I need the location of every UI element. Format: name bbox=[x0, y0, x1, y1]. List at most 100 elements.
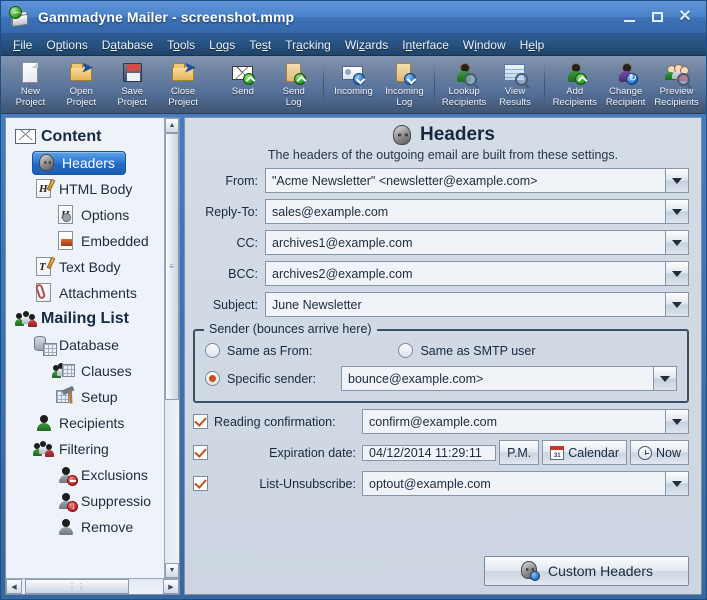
toolbar-button-open-project[interactable]: ➤ Open Project bbox=[56, 56, 107, 113]
field-dropdown-button-from[interactable] bbox=[665, 168, 689, 193]
menu-item-tracking[interactable]: Tracking bbox=[278, 36, 338, 54]
toolbar-button-add-recipients[interactable]: Add Recipients bbox=[549, 56, 600, 113]
menu-item-logs[interactable]: Logs bbox=[202, 36, 242, 54]
specific-sender-dropdown-button[interactable] bbox=[653, 366, 677, 391]
scroll-left-button[interactable]: ◀ bbox=[6, 579, 22, 594]
vertical-scroll-thumb[interactable]: ≡ bbox=[165, 133, 179, 400]
horizontal-scroll-track[interactable]: ⋮⋮ bbox=[22, 579, 163, 594]
sidebar-item-text-body[interactable]: T Text Body bbox=[6, 254, 165, 280]
reading-confirmation-dropdown-button[interactable] bbox=[665, 409, 689, 434]
calendar-button[interactable]: 31 Calendar bbox=[542, 440, 627, 465]
sidebar-vertical-scrollbar[interactable]: ▲ ≡ ▼ bbox=[164, 118, 179, 578]
menu-item-window[interactable]: Window bbox=[456, 36, 513, 54]
sidebar-item-attachments[interactable]: Attachments bbox=[6, 280, 165, 306]
maximize-button[interactable] bbox=[644, 6, 670, 28]
field-input-cc[interactable]: archives1@example.com bbox=[265, 230, 665, 255]
sidebar-item-recipients[interactable]: Recipients bbox=[6, 410, 165, 436]
field-input-reply-to[interactable]: sales@example.com bbox=[265, 199, 665, 224]
html-document-icon: H bbox=[32, 178, 56, 200]
field-dropdown-button-cc[interactable] bbox=[665, 230, 689, 255]
toolbar-button-lookup-recipients[interactable]: Lookup Recipients bbox=[439, 56, 490, 113]
reading-confirmation-combo[interactable]: confirm@example.com bbox=[362, 409, 689, 434]
field-combo-bcc[interactable]: archives2@example.com bbox=[265, 261, 689, 286]
toolbar-button-view-results[interactable]: View Results bbox=[490, 56, 541, 113]
sidebar-item-filtering[interactable]: Filtering bbox=[6, 436, 165, 462]
pm-toggle-button[interactable]: P.M. bbox=[499, 440, 540, 465]
custom-headers-button[interactable]: Custom Headers bbox=[484, 556, 689, 586]
sidebar-item-database[interactable]: Database bbox=[6, 332, 165, 358]
sidebar-item-remove[interactable]: Remove bbox=[6, 514, 165, 540]
expiration-date-checkbox[interactable] bbox=[193, 445, 208, 460]
list-unsubscribe-dropdown-button[interactable] bbox=[665, 471, 689, 496]
custom-headers-button-label: Custom Headers bbox=[547, 563, 654, 579]
toolbar-button-send-log[interactable]: Send Log bbox=[268, 56, 319, 113]
field-combo-from[interactable]: "Acme Newsletter" <newsletter@example.co… bbox=[265, 168, 689, 193]
expiration-date-input[interactable]: 04/12/2014 11:29:11 bbox=[362, 444, 497, 461]
reading-confirmation-checkbox[interactable] bbox=[193, 414, 208, 429]
toolbar-button-incoming[interactable]: Incoming bbox=[328, 56, 379, 113]
field-dropdown-button-subject[interactable] bbox=[665, 292, 689, 317]
field-dropdown-button-reply-to[interactable] bbox=[665, 199, 689, 224]
sidebar-item-options[interactable]: HOptions bbox=[6, 202, 165, 228]
sidebar-item-setup[interactable]: Setup bbox=[6, 384, 165, 410]
expiration-date-row: Expiration date: 04/12/2014 11:29:11 P.M… bbox=[193, 440, 689, 465]
scroll-down-button[interactable]: ▼ bbox=[165, 563, 179, 578]
menu-item-database[interactable]: Database bbox=[95, 36, 160, 54]
people-group-icon bbox=[14, 308, 38, 330]
reading-confirmation-row: Reading confirmation: confirm@example.co… bbox=[193, 409, 689, 434]
sidebar-item-label: HTML Body bbox=[59, 181, 133, 197]
sidebar-item-html-body[interactable]: H HTML Body bbox=[6, 176, 165, 202]
sidebar-item-clauses[interactable]: Clauses bbox=[6, 358, 165, 384]
field-combo-cc[interactable]: archives1@example.com bbox=[265, 230, 689, 255]
specific-sender-combo[interactable]: bounce@example.com> bbox=[341, 366, 677, 391]
sidebar-item-suppressio[interactable]: Suppressio bbox=[6, 488, 165, 514]
sidebar-item-headers[interactable]: Headers bbox=[6, 150, 165, 176]
scroll-up-button[interactable]: ▲ bbox=[165, 118, 179, 133]
sidebar-item-content[interactable]: Content bbox=[6, 124, 165, 150]
reading-confirmation-input[interactable]: confirm@example.com bbox=[362, 409, 665, 434]
sidebar-tree[interactable]: ContentHeadersHHTML BodyHOptionsEmbedded… bbox=[6, 118, 165, 578]
sidebar-horizontal-scrollbar[interactable]: ◀ ⋮⋮ ▶ bbox=[6, 578, 179, 594]
horizontal-scroll-thumb[interactable]: ⋮⋮ bbox=[24, 579, 130, 594]
sidebar-item-exclusions[interactable]: Exclusions bbox=[6, 462, 165, 488]
specific-sender-input[interactable]: bounce@example.com> bbox=[341, 366, 653, 391]
close-button[interactable]: ✕ bbox=[672, 6, 698, 28]
list-unsubscribe-input[interactable]: optout@example.com bbox=[362, 471, 665, 496]
toolbar-button-new-project[interactable]: New Project bbox=[5, 56, 56, 113]
field-dropdown-button-bcc[interactable] bbox=[665, 261, 689, 286]
send-log-scroll-icon bbox=[281, 60, 307, 86]
radio-specific-sender[interactable] bbox=[205, 371, 220, 386]
list-unsubscribe-checkbox[interactable] bbox=[193, 476, 208, 491]
toolbar-button-close-project[interactable]: ➤ Close Project bbox=[158, 56, 209, 113]
field-input-from[interactable]: "Acme Newsletter" <newsletter@example.co… bbox=[265, 168, 665, 193]
field-input-bcc[interactable]: archives2@example.com bbox=[265, 261, 665, 286]
radio-same-as-from[interactable] bbox=[205, 343, 220, 358]
menu-item-test[interactable]: Test bbox=[242, 36, 278, 54]
toolbar-button-incoming-log[interactable]: Incoming Log bbox=[379, 56, 430, 113]
sidebar-item-embedded[interactable]: Embedded bbox=[6, 228, 165, 254]
field-combo-reply-to[interactable]: sales@example.com bbox=[265, 199, 689, 224]
toolbar-button-save-project[interactable]: Save Project bbox=[107, 56, 158, 113]
field-row-reply-to: Reply-To: sales@example.com bbox=[193, 199, 689, 224]
menu-item-help[interactable]: Help bbox=[513, 36, 552, 54]
vertical-scroll-track[interactable]: ≡ bbox=[165, 133, 179, 563]
field-combo-subject[interactable]: June Newsletter bbox=[265, 292, 689, 317]
menu-item-file[interactable]: File bbox=[6, 36, 39, 54]
list-unsubscribe-combo[interactable]: optout@example.com bbox=[362, 471, 689, 496]
menu-item-wizards[interactable]: Wizards bbox=[338, 36, 395, 54]
field-input-subject[interactable]: June Newsletter bbox=[265, 292, 665, 317]
sidebar-item-mailing-list[interactable]: Mailing List bbox=[6, 306, 165, 332]
window-controls: ✕ bbox=[616, 6, 702, 28]
minimize-button[interactable] bbox=[616, 6, 642, 28]
menu-item-tools[interactable]: Tools bbox=[160, 36, 202, 54]
scroll-right-button[interactable]: ▶ bbox=[163, 579, 179, 594]
now-button-label: Now bbox=[655, 445, 681, 460]
menu-item-interface[interactable]: Interface bbox=[395, 36, 456, 54]
sidebar-item-label: Options bbox=[81, 207, 130, 223]
now-button[interactable]: Now bbox=[629, 440, 689, 465]
menu-item-options[interactable]: Options bbox=[39, 36, 94, 54]
toolbar-button-send[interactable]: Send bbox=[217, 56, 268, 113]
toolbar-button-preview-recipients[interactable]: Preview Recipients bbox=[651, 56, 702, 113]
toolbar-button-change-recipient[interactable]: ChangeRecipient bbox=[600, 56, 651, 113]
radio-same-as-smtp-user[interactable] bbox=[398, 343, 414, 358]
